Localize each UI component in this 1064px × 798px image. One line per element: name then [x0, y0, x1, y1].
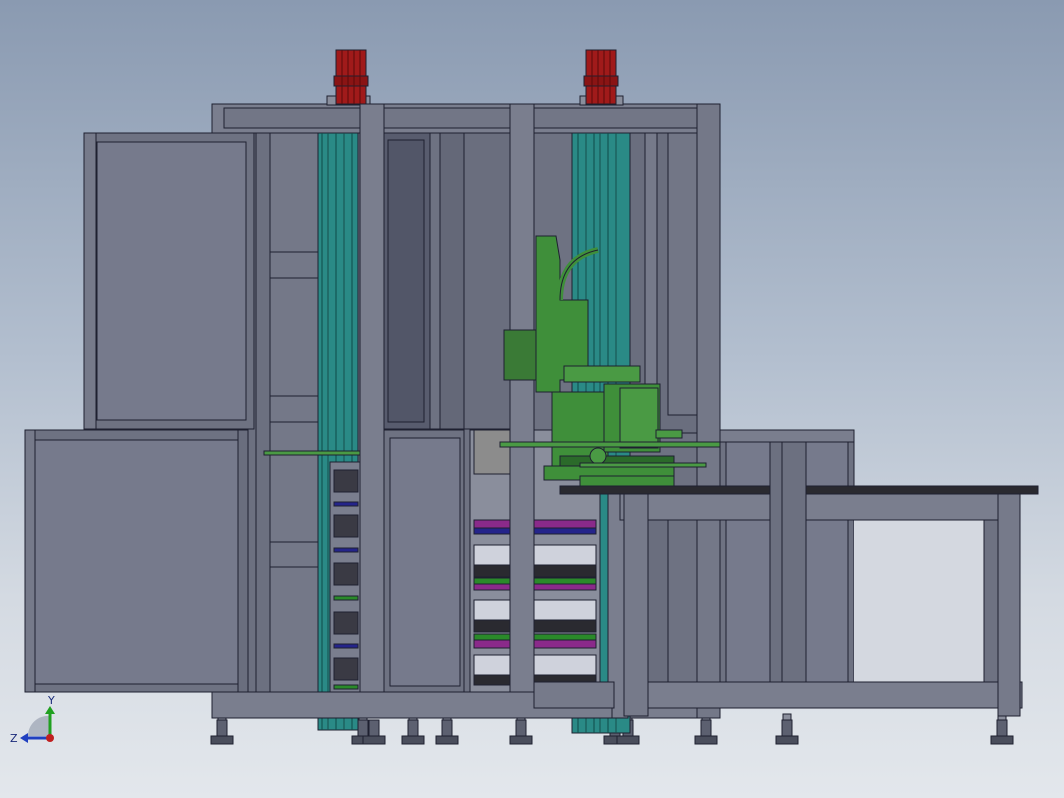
axis-icon: [20, 706, 55, 743]
orientation-triad: Y Z: [8, 694, 68, 758]
servo-motor-right: [579, 49, 624, 106]
center-lower-door: [383, 429, 465, 693]
left-upper-door: [83, 132, 255, 430]
y-axis-label: Y: [48, 694, 55, 707]
z-axis-label: Z: [10, 732, 18, 745]
left-column: [247, 132, 319, 693]
tray-stack-left: [329, 461, 361, 693]
servo-motor-left: [326, 49, 371, 106]
center-panels: [383, 132, 513, 430]
left-lower-door: [24, 429, 249, 693]
cad-assembly-view: [24, 49, 1039, 745]
